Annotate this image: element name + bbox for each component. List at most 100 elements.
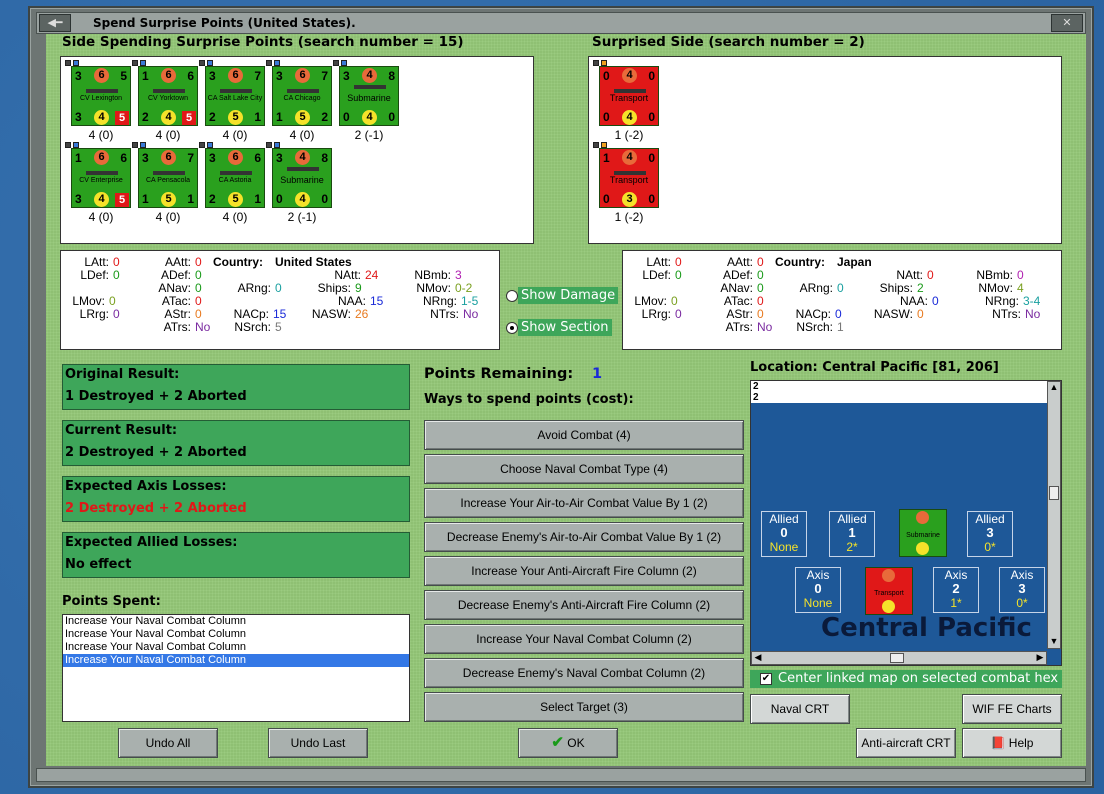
stat-label-lrrg: LRrg: bbox=[641, 307, 671, 321]
stat-value-nasw: 26 bbox=[355, 307, 369, 321]
map-vertical-scrollbar[interactable]: ▲ ▼ bbox=[1047, 381, 1061, 649]
counter-unit-name: CA Salt Lake City bbox=[207, 95, 263, 102]
stat-label-astr: AStr: bbox=[164, 307, 191, 321]
stat-value-nmov: 0-2 bbox=[455, 281, 473, 295]
show-section-label[interactable]: Show Section bbox=[518, 319, 612, 336]
counter-combat-value: 2 (-1) bbox=[354, 128, 384, 142]
unit-counter[interactable]: 3 4 8 Submarine 0 4 0 bbox=[339, 66, 399, 126]
combat-box[interactable]: Allied 0 None bbox=[761, 511, 807, 557]
show-damage-label[interactable]: Show Damage bbox=[518, 287, 619, 304]
points-spent-item[interactable]: Increase Your Naval Combat Column bbox=[63, 615, 409, 628]
undo-last-button[interactable]: Undo Last bbox=[268, 728, 368, 758]
unit-counter[interactable]: 0 4 0 Transport 0 4 0 bbox=[599, 66, 659, 126]
ok-label: OK bbox=[567, 736, 585, 750]
unit-counter[interactable]: 1 4 0 Transport 0 3 0 bbox=[599, 148, 659, 208]
counter-mid-value: 4 bbox=[362, 110, 377, 125]
spend-option-button[interactable]: Decrease Enemy's Naval Combat Column (2) bbox=[424, 658, 744, 688]
combat-box-status: 0* bbox=[1016, 596, 1028, 610]
combat-box[interactable]: Axis 0 None bbox=[795, 567, 841, 613]
counter-mid-value: 5 bbox=[161, 192, 176, 207]
title-bar[interactable]: ◀━ Spend Surprise Points (United States)… bbox=[36, 12, 1086, 34]
map-horizontal-scrollbar[interactable]: ◀ ▶ bbox=[751, 651, 1047, 665]
show-section-radio[interactable] bbox=[506, 322, 518, 334]
unit-counter[interactable]: 3 6 7 CA Chicago 1 5 2 bbox=[272, 66, 332, 126]
map-unit-counter[interactable]: Submarine bbox=[899, 509, 947, 557]
spend-option-button[interactable]: Decrease Enemy's Anti-Aircraft Fire Colu… bbox=[424, 590, 744, 620]
stat-value-nbmb: 0 bbox=[1017, 268, 1024, 282]
stat-value-nsrch: 1 bbox=[837, 320, 844, 334]
ok-button[interactable]: ✔ OK bbox=[518, 728, 618, 758]
unit-counter[interactable]: 3 4 8 Submarine 0 4 0 bbox=[272, 148, 332, 208]
center-map-checkbox[interactable]: ✔ bbox=[760, 673, 772, 685]
counter-bottom-right-value: 1 bbox=[187, 192, 194, 206]
spend-option-button[interactable]: Choose Naval Combat Type (4) bbox=[424, 454, 744, 484]
points-spent-item[interactable]: Increase Your Naval Combat Column bbox=[63, 628, 409, 641]
combat-location-map[interactable]: Central Pacific ▲ ▼ ◀ ▶ Allied 0 None Allie… bbox=[750, 380, 1062, 666]
help-button[interactable]: 📕 Help bbox=[962, 728, 1062, 758]
unit-counter[interactable]: 3 6 7 CA Salt Lake City 2 5 1 bbox=[205, 66, 265, 126]
scroll-up-icon[interactable]: ▲ bbox=[1048, 382, 1060, 394]
counter-marker-icon bbox=[601, 142, 607, 148]
counter-bottom-left-value: 2 bbox=[209, 110, 216, 124]
spend-option-button[interactable]: Decrease Enemy's Air-to-Air Combat Value… bbox=[424, 522, 744, 552]
scroll-left-icon[interactable]: ◀ bbox=[752, 652, 764, 664]
center-map-option[interactable]: ✔ Center linked map on selected combat h… bbox=[750, 670, 1062, 688]
counter-marker-icon bbox=[140, 60, 146, 66]
counter-combat-value: 4 (0) bbox=[222, 128, 248, 142]
spend-option-button[interactable]: Avoid Combat (4) bbox=[424, 420, 744, 450]
unit-counter[interactable]: 3 6 7 CA Pensacola 1 5 1 bbox=[138, 148, 198, 208]
counter-top-left-value: 3 bbox=[142, 151, 149, 165]
unit-counter[interactable]: 3 6 5 CV Lexington 3 4 5 bbox=[71, 66, 131, 126]
combat-box[interactable]: Axis 2 1* bbox=[933, 567, 979, 613]
combat-box-title: Axis bbox=[944, 568, 968, 582]
points-spent-item[interactable]: Increase Your Naval Combat Column bbox=[63, 641, 409, 654]
unit-counter[interactable]: 3 6 6 CA Astoria 2 5 1 bbox=[205, 148, 265, 208]
show-damage-radio[interactable] bbox=[506, 290, 518, 302]
current-result-value: 2 Destroyed + 2 Aborted bbox=[65, 445, 247, 460]
counter-bottom-left-value: 3 bbox=[75, 192, 82, 206]
counter-top-right-value: 7 bbox=[187, 151, 194, 165]
unit-counter[interactable]: 1 6 6 CV Yorktown 2 4 5 bbox=[138, 66, 198, 126]
counter-top-value: 6 bbox=[94, 150, 109, 165]
combat-box[interactable]: Allied 1 2* bbox=[829, 511, 875, 557]
close-button[interactable]: ✕ bbox=[1051, 14, 1083, 32]
points-spent-list[interactable]: Increase Your Naval Combat Column Increas… bbox=[62, 614, 410, 722]
anti-aircraft-crt-button[interactable]: Anti-aircraft CRT bbox=[856, 728, 956, 758]
naval-crt-button[interactable]: Naval CRT bbox=[750, 694, 850, 724]
counter-top-right-value: 0 bbox=[648, 69, 655, 83]
surprised-side-units-panel[interactable]: 0 4 0 Transport 0 4 0 1 (-2) 1 4 0 Transport 0 3 0 1 (-… bbox=[588, 56, 1062, 244]
ship-silhouette-icon bbox=[86, 89, 118, 93]
counter-unit-name: CV Lexington bbox=[79, 95, 123, 102]
stat-value-lrrg: 0 bbox=[675, 307, 682, 321]
spend-option-button[interactable]: Increase Your Anti-Aircraft Fire Column … bbox=[424, 556, 744, 586]
points-spent-label: Points Spent: bbox=[62, 594, 161, 609]
stat-label-naa: NAA: bbox=[899, 294, 928, 308]
map-unit-counter[interactable]: Transport bbox=[865, 567, 913, 615]
spending-side-units-panel[interactable]: 3 6 5 CV Lexington 3 4 5 4 (0) 1 6 6 CV Yorktown 2 4 5… bbox=[60, 56, 534, 244]
points-spent-item[interactable]: Increase Your Naval Combat Column bbox=[63, 654, 409, 667]
counter-combat-value: 1 (-2) bbox=[614, 128, 644, 142]
spend-option-button[interactable]: Increase Your Naval Combat Column (2) bbox=[424, 624, 744, 654]
scroll-right-icon[interactable]: ▶ bbox=[1034, 652, 1046, 664]
counter-combat-value: 4 (0) bbox=[155, 210, 181, 224]
dialog-window: ◀━ Spend Surprise Points (United States)… bbox=[28, 6, 1094, 788]
spend-option-button[interactable]: Select Target (3) bbox=[424, 692, 744, 722]
japan-stats-panel: LAtt: 0 LDef: 0 LMov: 0 LRrg: 0 AAtt: 0 ADef: 0 ANav… bbox=[622, 250, 1062, 350]
stat-value-naa: 15 bbox=[370, 294, 384, 308]
original-result-box: Original Result: 1 Destroyed + 2 Aborted bbox=[62, 364, 410, 410]
wif-fe-charts-button[interactable]: WIF FE Charts bbox=[962, 694, 1062, 724]
unit-counter[interactable]: 1 6 6 CV Enterprise 3 4 5 bbox=[71, 148, 131, 208]
counter-top-left-value: 0 bbox=[603, 69, 610, 83]
undo-all-button[interactable]: Undo All bbox=[118, 728, 218, 758]
counter-top-left-value: 3 bbox=[75, 69, 82, 83]
combat-box[interactable]: Axis 3 0* bbox=[999, 567, 1045, 613]
country-name: United States bbox=[275, 255, 352, 269]
scroll-down-icon[interactable]: ▼ bbox=[1048, 636, 1060, 648]
combat-box[interactable]: Allied 3 0* bbox=[967, 511, 1013, 557]
combat-box-title: Allied bbox=[975, 512, 1005, 526]
stat-label-lmov: LMov: bbox=[72, 294, 105, 308]
combat-box-title: Allied bbox=[837, 512, 867, 526]
system-menu-button[interactable]: ◀━ bbox=[39, 14, 71, 32]
spend-option-button[interactable]: Increase Your Air-to-Air Combat Value By… bbox=[424, 488, 744, 518]
counter-top-right-value: 5 bbox=[120, 69, 127, 83]
